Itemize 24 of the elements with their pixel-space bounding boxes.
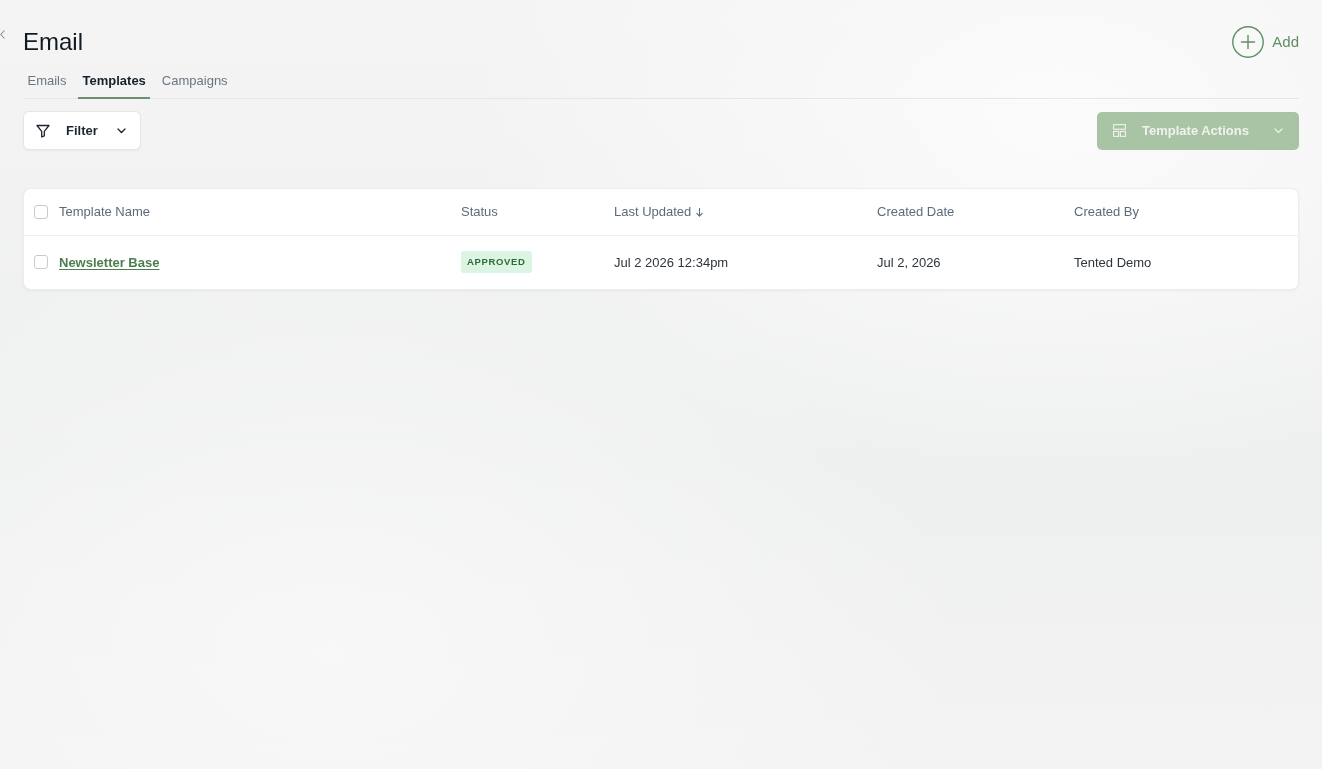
chevron-down-icon [117, 127, 126, 134]
plus-circle-icon [1232, 26, 1265, 58]
row-checkbox[interactable] [34, 255, 48, 270]
tab[interactable]: Templates [78, 66, 151, 99]
column-header[interactable]: Status [461, 204, 498, 219]
select-all-checkbox[interactable] [34, 204, 48, 219]
column-header[interactable]: Last Updated [614, 204, 692, 219]
add-button[interactable]: Add [1232, 26, 1299, 58]
filter-button[interactable]: Filter [23, 111, 141, 150]
column-header[interactable]: Created Date [877, 204, 955, 219]
chevron-left-icon [0, 30, 5, 39]
filter-icon [36, 123, 50, 138]
table-cell: Jul 2, 2026 [867, 235, 1064, 289]
tab[interactable]: Emails [23, 66, 71, 99]
table-cell: Tented Demo [1064, 235, 1298, 289]
table-cell: Jul 2 2026 12:34pm [604, 235, 867, 289]
column-header[interactable]: Template Name [59, 204, 151, 219]
column-header[interactable]: Created By [1074, 204, 1140, 219]
template-link[interactable]: Newsletter Base [59, 254, 160, 270]
page-title: Email [23, 27, 83, 57]
tab[interactable]: Campaigns [157, 66, 233, 99]
chevron-down-icon [1274, 127, 1283, 134]
layout-icon [1113, 124, 1126, 137]
status-badge: APPROVED [461, 251, 532, 274]
